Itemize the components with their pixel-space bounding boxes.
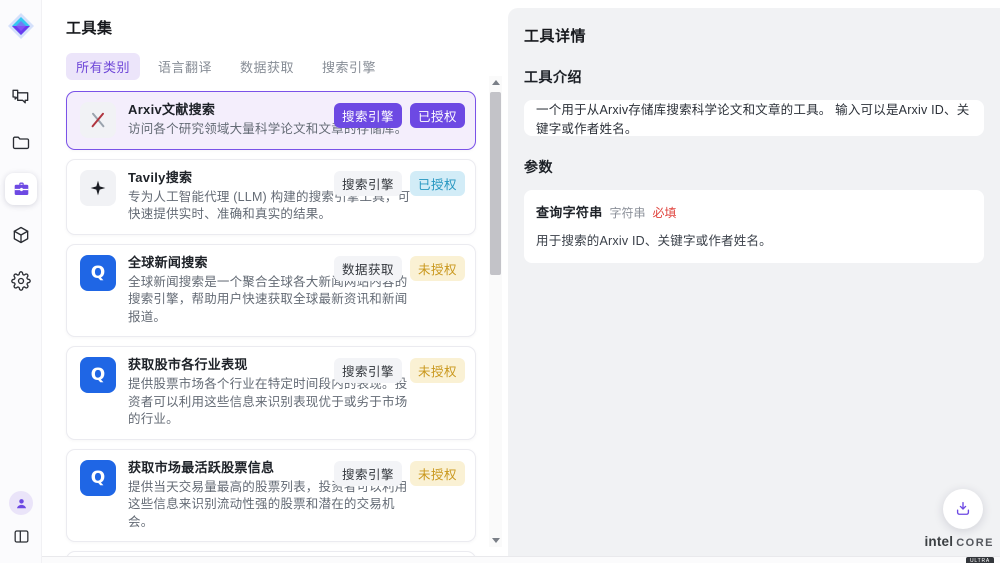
sidebar-bottom xyxy=(0,491,42,549)
ultra-badge: ULTRA xyxy=(966,557,994,563)
parameter-card: 查询字符串 字符串 必填 用于搜索的Arxiv ID、关键字或作者姓名。 xyxy=(524,190,984,263)
params-heading: 参数 xyxy=(524,157,984,177)
tab-2[interactable]: 数据获取 xyxy=(230,53,304,80)
tab-1[interactable]: 语言翻译 xyxy=(148,53,222,80)
tool-card[interactable]: Tavily搜索专为人工智能代理 (LLM) 构建的搜索引擎工具，可快速提供实时… xyxy=(66,159,476,235)
tool-description: 提供当天交易量最高的股票列表，投资者可以利用这些信息来识别流动性强的股票和潜在的… xyxy=(128,479,414,532)
tool-details-panel: 工具详情 工具介绍 一个用于从Arxiv存储库搜索科学论文和文章的工具。 输入可… xyxy=(508,8,1000,556)
folder-icon[interactable] xyxy=(10,132,32,154)
category-tabs: 所有类别语言翻译数据获取搜索引擎 xyxy=(66,54,508,78)
category-badge: 数据获取 xyxy=(334,256,402,281)
core-wordmark: CORE xyxy=(956,537,994,549)
page-title: 工具集 xyxy=(66,17,508,38)
panels-icon[interactable] xyxy=(12,527,31,549)
parameter-name: 查询字符串 xyxy=(536,202,603,221)
blue-search-icon: Q xyxy=(80,460,116,496)
intro-card: 一个用于从Arxiv存储库搜索科学论文和文章的工具。 输入可以是Arxiv ID… xyxy=(524,100,984,136)
intro-text: 一个用于从Arxiv存储库搜索科学论文和文章的工具。 输入可以是Arxiv ID… xyxy=(536,99,972,137)
category-badge: 搜索引擎 xyxy=(334,103,402,128)
status-badge: 未授权 xyxy=(410,256,465,281)
category-badge: 搜索引擎 xyxy=(334,171,402,196)
tavily-star-icon xyxy=(80,170,116,206)
tool-card[interactable]: Q获取股市各行业表现提供股票市场各个行业在特定时间段内的表现。投资者可以利用这些… xyxy=(66,346,476,440)
user-avatar-icon[interactable] xyxy=(9,491,33,515)
status-badge: 已授权 xyxy=(410,171,465,196)
parameter-type: 字符串 xyxy=(610,204,646,221)
window-bottom-edge xyxy=(0,556,1000,563)
tool-card[interactable]: Q获取市场最活跃股票信息提供当天交易量最高的股票列表，投资者可以利用这些信息来识… xyxy=(66,449,476,543)
category-badge: 搜索引擎 xyxy=(334,461,402,486)
status-badge: 已授权 xyxy=(410,103,465,128)
app-window: 工具集 所有类别语言翻译数据获取搜索引擎 Arxiv文献搜索访问各个研究领域大量… xyxy=(0,0,1000,563)
tab-0[interactable]: 所有类别 xyxy=(66,53,140,80)
blue-search-icon: Q xyxy=(80,357,116,393)
details-title: 工具详情 xyxy=(524,25,984,46)
chat-icon[interactable] xyxy=(10,86,32,108)
toolbox-icon[interactable] xyxy=(5,173,37,205)
sidebar xyxy=(0,0,42,563)
sidebar-nav xyxy=(0,86,42,292)
download-icon xyxy=(954,500,972,518)
toolset-panel: 工具集 所有类别语言翻译数据获取搜索引擎 Arxiv文献搜索访问各个研究领域大量… xyxy=(42,0,508,556)
cube-icon[interactable] xyxy=(10,224,32,246)
scroll-down-icon[interactable] xyxy=(489,534,502,547)
tool-description: 全球新闻搜索是一个聚合全球各大新闻网站内容的搜索引擎，帮助用户快速获取全球最新资… xyxy=(128,274,414,327)
scroll-up-icon[interactable] xyxy=(489,76,502,89)
blue-search-icon: Q xyxy=(80,255,116,291)
category-badge: 搜索引擎 xyxy=(334,358,402,383)
tab-3[interactable]: 搜索引擎 xyxy=(312,53,386,80)
tool-card[interactable]: Q全球新闻搜索全球新闻搜索是一个聚合全球各大新闻网站内容的搜索引擎，帮助用户快速… xyxy=(66,244,476,338)
status-badge: 未授权 xyxy=(410,358,465,383)
scrollbar-thumb[interactable] xyxy=(490,92,501,275)
intel-core-logo: intel CORE ULTRA xyxy=(924,534,994,563)
app-logo xyxy=(7,12,35,40)
list-scrollbar[interactable] xyxy=(489,76,502,547)
parameter-description: 用于搜索的Arxiv ID、关键字或作者姓名。 xyxy=(536,230,972,249)
download-button[interactable] xyxy=(943,489,983,529)
intro-heading: 工具介绍 xyxy=(524,67,984,87)
tool-list: Arxiv文献搜索访问各个研究领域大量科学论文和文章的存储库。搜索引擎已授权 Ta… xyxy=(66,91,476,556)
required-badge: 必填 xyxy=(653,204,677,221)
gear-icon[interactable] xyxy=(10,270,32,292)
tool-description: 提供股票市场各个行业在特定时间段内的表现。投资者可以利用这些信息来识别表现优于或… xyxy=(128,376,414,429)
tool-card[interactable]: Arxiv文献搜索访问各个研究领域大量科学论文和文章的存储库。搜索引擎已授权 xyxy=(66,91,476,150)
status-badge: 未授权 xyxy=(410,461,465,486)
intel-wordmark: intel xyxy=(924,534,953,549)
arxiv-x-icon xyxy=(80,102,116,138)
